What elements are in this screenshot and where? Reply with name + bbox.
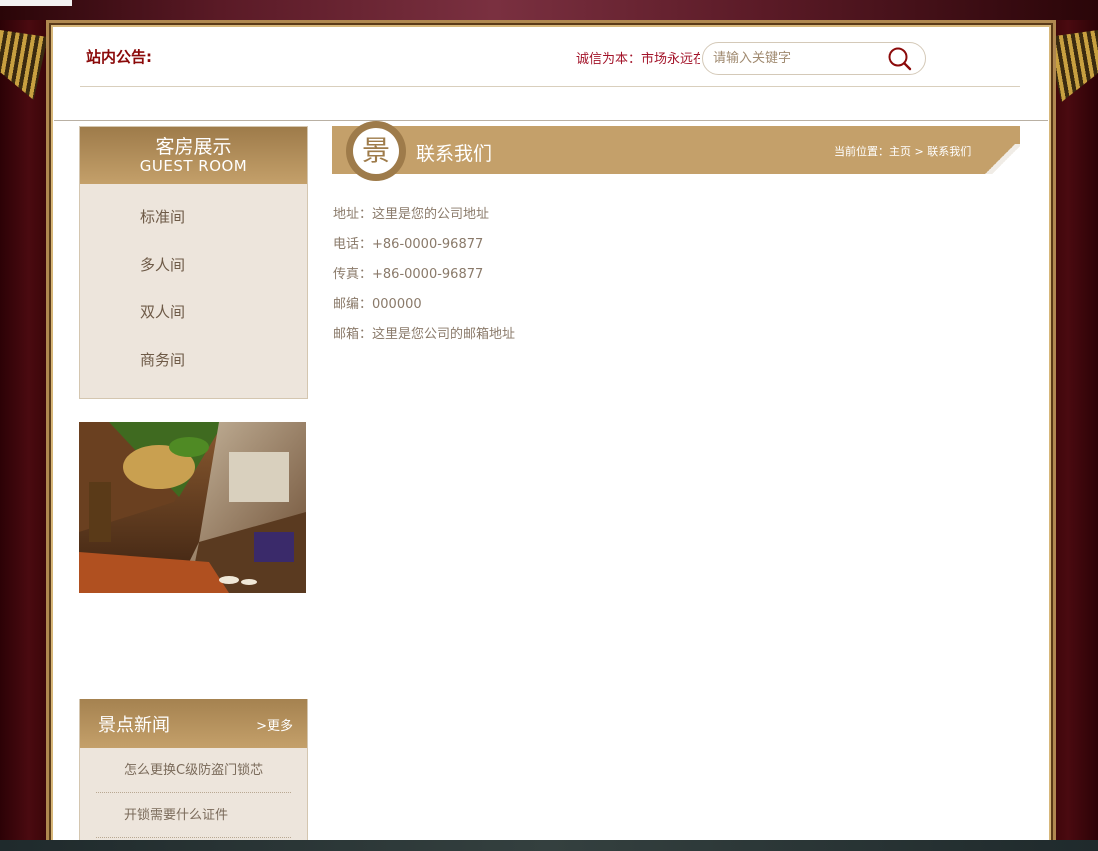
contact-value: +86-0000-96877 [372,237,484,252]
news-item[interactable]: 开锁需要什么证件 [96,793,291,838]
page-title: 联系我们 [416,143,493,165]
guest-room-item[interactable]: 双人间 [80,289,307,337]
news-panel: 景点新闻 >更多 怎么更换C级防盗门锁芯 开锁需要什么证件 [79,699,308,851]
page-curl-decoration [980,144,1020,174]
badge-char: 景 [353,128,399,174]
top-left-strip [0,0,72,6]
bottom-bar [0,840,1098,851]
news-list: 怎么更换C级防盗门锁芯 开锁需要什么证件 [80,748,307,838]
search-box [702,42,926,75]
breadcrumb-prefix: 当前位置： [834,145,889,158]
contact-value: 这里是您的公司地址 [372,207,490,222]
contact-label: 电话： [333,237,373,252]
guest-room-header: 客房展示 GUEST ROOM [80,127,307,184]
breadcrumb-current[interactable]: 联系我们 [927,145,971,158]
breadcrumb: 当前位置：主页 > 联系我们 [834,143,971,159]
guest-room-item[interactable]: 多人间 [80,242,307,290]
contact-value: 000000 [372,297,422,312]
left-curtain [0,20,48,851]
guest-room-item[interactable]: 标准间 [80,194,307,242]
contact-label: 地址： [333,207,373,222]
news-item[interactable]: 怎么更换C级防盗门锁芯 [96,748,291,793]
header-divider [80,86,1020,87]
news-more-link[interactable]: >更多 [256,715,293,734]
contact-value: 这里是您公司的邮箱地址 [372,327,516,342]
guest-room-subtitle: GUEST ROOM [139,157,248,175]
contact-fax: 传真：+86-0000-96877 [333,260,515,290]
scenery-badge-icon: 景 [346,121,406,181]
guest-room-list: 标准间 多人间 双人间 商务间 [80,184,307,384]
notice-text: 诚信为本：市场永远在变，诚信永远不变。 [576,52,700,67]
notice-label: 站内公告: [86,48,152,66]
contact-value: +86-0000-96877 [372,267,484,282]
breadcrumb-separator: > [911,145,928,158]
contact-label: 传真： [333,267,373,282]
news-title: 景点新闻 [98,715,170,736]
notice-marquee: 诚信为本：市场永远在变，诚信永远不变。 [576,48,700,68]
contact-postcode: 邮编：000000 [333,290,515,320]
contact-phone: 电话：+86-0000-96877 [333,230,515,260]
guest-room-item[interactable]: 商务间 [80,337,307,385]
guest-room-title: 客房展示 [155,136,232,158]
contact-email: 邮箱：这里是您公司的邮箱地址 [333,320,515,350]
guest-room-panel: 客房展示 GUEST ROOM 标准间 多人间 双人间 商务间 [79,126,308,399]
header-bottom-border [54,120,1048,121]
contact-address: 地址：这里是您的公司地址 [333,200,515,230]
page-content: 站内公告: 诚信为本：市场永远在变，诚信永远不变。 客房展示 GUEST ROO… [54,28,1048,851]
breadcrumb-home-link[interactable]: 主页 [889,145,911,158]
search-icon[interactable] [887,46,913,72]
contact-label: 邮箱： [333,327,373,342]
contact-info-list: 地址：这里是您的公司地址 电话：+86-0000-96877 传真：+86-00… [333,200,515,350]
contact-label: 邮编： [333,297,373,312]
news-header: 景点新闻 >更多 [80,699,307,748]
restaurant-promo-image[interactable] [79,422,306,593]
search-input[interactable] [713,47,883,69]
